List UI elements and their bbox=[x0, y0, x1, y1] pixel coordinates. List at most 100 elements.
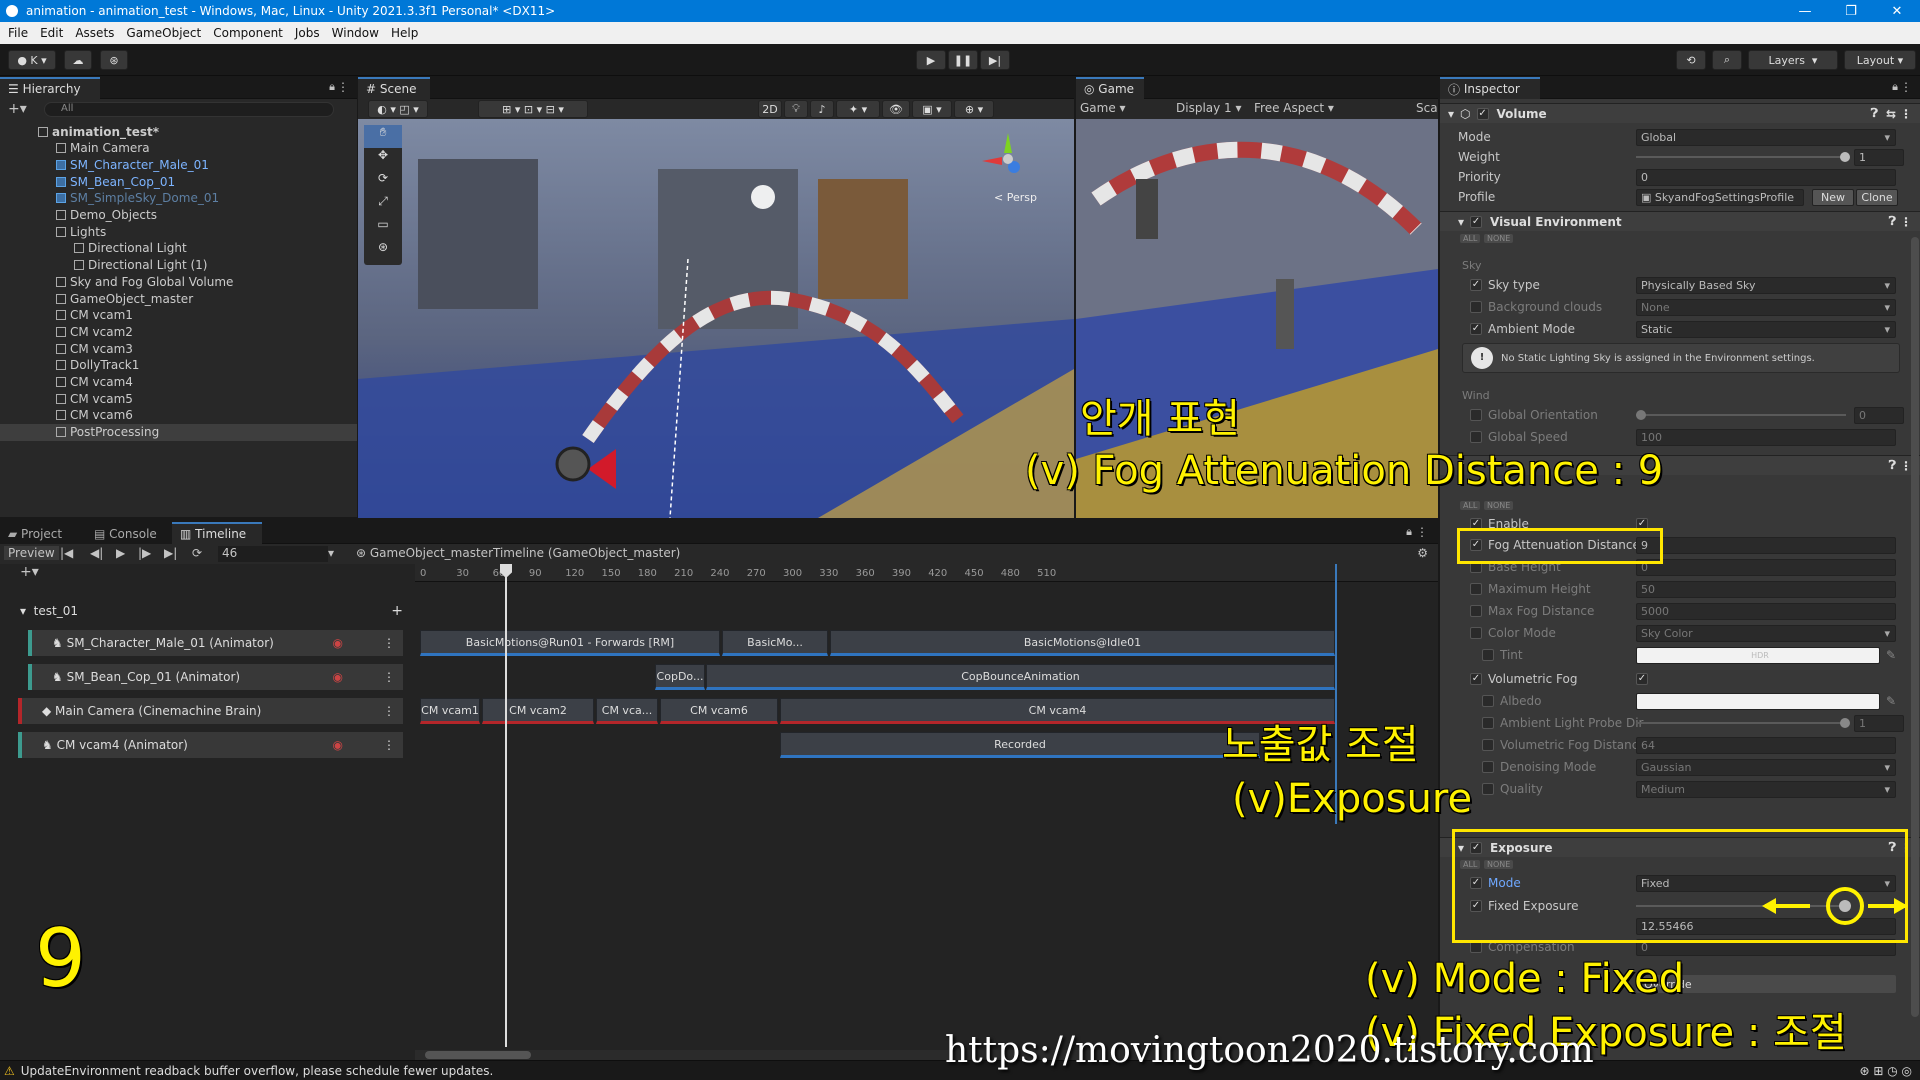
maximize-icon[interactable]: ❐ bbox=[1828, 0, 1874, 22]
loop-icon[interactable]: ⟳ bbox=[192, 546, 202, 560]
help-icon[interactable]: ❓︎ bbox=[1889, 214, 1896, 229]
settings-icon[interactable]: ⚙︎ bbox=[1417, 546, 1428, 560]
track-menu-icon[interactable]: ⋮ bbox=[383, 636, 395, 650]
ambient-probe-slider[interactable] bbox=[1636, 722, 1846, 724]
quality-dropdown[interactable]: Medium bbox=[1636, 780, 1896, 798]
move-tool-icon[interactable]: ✥ bbox=[364, 148, 402, 171]
clip-vcam2[interactable]: CM vcam2 bbox=[482, 698, 594, 724]
bg-clouds-dropdown[interactable]: None bbox=[1636, 298, 1896, 316]
visual-environment-header[interactable]: ▾ ✓ Visual Environment ❓︎ ⋮ bbox=[1440, 211, 1920, 231]
color-mode-override[interactable] bbox=[1470, 627, 1482, 639]
all-toggle[interactable]: ALL bbox=[1460, 234, 1481, 243]
play-icon[interactable]: ▶ bbox=[116, 546, 125, 560]
record-icon[interactable]: ◉ bbox=[333, 636, 343, 650]
clip-idle[interactable]: BasicMotions@Idle01 bbox=[830, 630, 1335, 656]
hierarchy-item[interactable]: Demo_Objects bbox=[0, 207, 357, 224]
hierarchy-item[interactable]: Directional Light bbox=[0, 240, 357, 257]
volume-enabled-checkbox[interactable]: ✓ bbox=[1476, 107, 1489, 120]
2d-toggle[interactable]: 2D bbox=[758, 100, 782, 118]
menu-help[interactable]: Help bbox=[391, 26, 418, 40]
hierarchy-item[interactable]: Sky and Fog Global Volume bbox=[0, 273, 357, 290]
preview-toggle[interactable]: Preview bbox=[4, 546, 59, 560]
persp-label[interactable]: < Persp bbox=[994, 191, 1037, 204]
clip-copbounce[interactable]: CopBounceAnimation bbox=[706, 664, 1335, 690]
hscroll-thumb[interactable] bbox=[425, 1051, 531, 1059]
layout-dropdown[interactable]: Layout ▾ bbox=[1844, 50, 1916, 70]
next-frame-icon[interactable]: |▶ bbox=[138, 546, 151, 560]
record-icon[interactable]: ◉ bbox=[333, 738, 343, 752]
layers-dropdown[interactable]: Layers ▾ bbox=[1748, 50, 1838, 70]
track-group-test01[interactable]: ▾ test_01 + bbox=[20, 600, 405, 622]
minimize-icon[interactable]: — bbox=[1782, 0, 1828, 22]
help-icon[interactable]: ❓︎ bbox=[1871, 106, 1878, 121]
menu-component[interactable]: Component bbox=[213, 26, 283, 40]
lock-icon[interactable]: 🔒︎ bbox=[1406, 525, 1412, 539]
profile-field[interactable]: ▣ SkyandFogSettingsProfile bbox=[1636, 188, 1804, 206]
color-mode-dropdown[interactable]: Sky Color bbox=[1636, 624, 1896, 642]
track-menu-icon[interactable]: ⋮ bbox=[383, 704, 395, 718]
hierarchy-item[interactable]: SM_Character_Male_01 bbox=[0, 156, 357, 173]
rotate-tool-icon[interactable]: ⟳ bbox=[364, 171, 402, 194]
max-fog-override[interactable] bbox=[1470, 605, 1482, 617]
clip-vca[interactable]: CM vca... bbox=[596, 698, 658, 724]
denoise-override[interactable] bbox=[1482, 761, 1494, 773]
hierarchy-item[interactable]: CM vcam1 bbox=[0, 307, 357, 324]
tab-console[interactable]: ▤ Console bbox=[86, 522, 172, 544]
hierarchy-item[interactable]: CM vcam3 bbox=[0, 340, 357, 357]
add-track-icon[interactable]: +▾ bbox=[20, 564, 39, 580]
volumetric-fog-checkbox[interactable]: ✓ bbox=[1636, 673, 1648, 685]
camera-icon[interactable]: ▣ ▾ bbox=[912, 100, 952, 118]
menu-edit[interactable]: Edit bbox=[40, 26, 63, 40]
snap-tools[interactable]: ⊞ ▾ ⊡ ▾ ⊟ ▾ bbox=[478, 100, 588, 118]
audio-icon[interactable]: ♪ bbox=[810, 100, 834, 118]
collab-icon[interactable]: ⊛ bbox=[100, 50, 128, 70]
hierarchy-item[interactable]: animation_test* bbox=[0, 123, 357, 140]
eyedropper-icon[interactable]: ✎ bbox=[1886, 648, 1896, 662]
max-height-override[interactable] bbox=[1470, 583, 1482, 595]
max-fog-field[interactable]: 5000 bbox=[1636, 602, 1896, 620]
lock-icon[interactable]: 🔒︎ bbox=[1892, 80, 1898, 94]
vol-fog-dist-field[interactable]: 64 bbox=[1636, 736, 1896, 754]
hierarchy-search-input[interactable]: All bbox=[44, 102, 334, 117]
weight-field[interactable]: 1 bbox=[1854, 148, 1904, 166]
hierarchy-item[interactable]: DollyTrack1 bbox=[0, 357, 357, 374]
track-cm-vcam4[interactable]: ♞ CM vcam4 (Animator) ◉ ⋮ bbox=[18, 732, 403, 758]
search-icon[interactable]: ⌕ bbox=[1712, 50, 1742, 70]
albedo-color-field[interactable] bbox=[1636, 692, 1880, 710]
more-icon[interactable]: ⋮ bbox=[1900, 80, 1912, 94]
more-icon[interactable]: ⋮ bbox=[1416, 525, 1428, 539]
play-button[interactable]: ▶ bbox=[916, 50, 946, 70]
more-icon[interactable]: ⋮ bbox=[337, 80, 349, 94]
transform-tool-icon[interactable]: ⊛ bbox=[364, 240, 402, 263]
quality-override[interactable] bbox=[1482, 783, 1494, 795]
global-orientation-slider[interactable] bbox=[1636, 414, 1846, 416]
tab-hierarchy[interactable]: ☰ Hierarchy bbox=[0, 77, 100, 99]
global-orientation-override[interactable] bbox=[1470, 409, 1482, 421]
track-sm-character[interactable]: ♞ SM_Character_Male_01 (Animator) ◉ ⋮ bbox=[28, 630, 403, 656]
hierarchy-item[interactable]: Lights bbox=[0, 223, 357, 240]
scale-tool-icon[interactable]: ⤢ bbox=[364, 194, 402, 217]
clip-copdo[interactable]: CopDo... bbox=[655, 664, 705, 690]
aspect-dropdown[interactable]: Free Aspect ▾ bbox=[1254, 101, 1334, 115]
sky-type-override[interactable]: ✓ bbox=[1470, 279, 1482, 291]
step-button[interactable]: ▶| bbox=[980, 50, 1010, 70]
global-speed-override[interactable] bbox=[1470, 431, 1482, 443]
albedo-override[interactable] bbox=[1482, 695, 1494, 707]
base-height-field[interactable]: 0 bbox=[1636, 558, 1896, 576]
ambient-probe-knob[interactable] bbox=[1840, 718, 1850, 728]
prev-frame-icon[interactable]: ◀| bbox=[90, 546, 103, 560]
draw-mode-dropdown[interactable]: ◐ ▾ ◰ ▾ bbox=[368, 100, 428, 118]
hierarchy-item[interactable]: CM vcam5 bbox=[0, 390, 357, 407]
tab-timeline[interactable]: ▥ Timeline bbox=[172, 522, 262, 544]
tint-color-field[interactable]: HDR bbox=[1636, 646, 1880, 664]
history-icon[interactable]: ⟲ bbox=[1676, 50, 1706, 70]
add-icon[interactable]: + bbox=[391, 603, 403, 619]
max-height-field[interactable]: 50 bbox=[1636, 580, 1896, 598]
track-main-camera[interactable]: ◆ Main Camera (Cinemachine Brain) ⋮ bbox=[18, 698, 403, 724]
close-icon[interactable]: ✕ bbox=[1874, 0, 1920, 22]
weight-slider[interactable] bbox=[1636, 156, 1846, 158]
all-toggle-fog[interactable]: ALL bbox=[1460, 501, 1481, 510]
inspector-scrollbar[interactable] bbox=[1911, 237, 1919, 1017]
playhead[interactable] bbox=[505, 564, 507, 1047]
global-orientation-knob[interactable] bbox=[1636, 410, 1646, 420]
